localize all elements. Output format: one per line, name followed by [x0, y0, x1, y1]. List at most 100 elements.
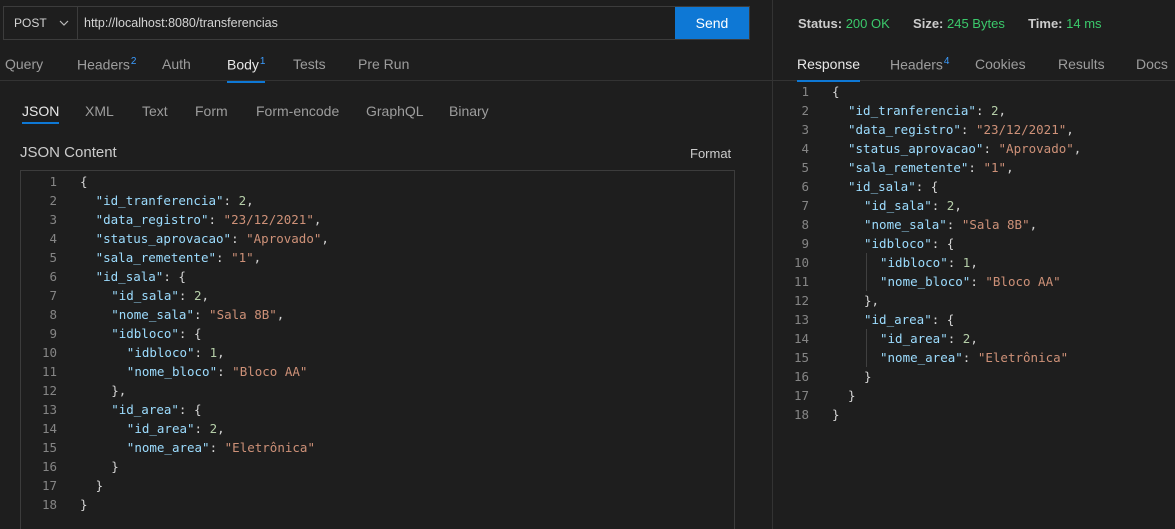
code-token: :: [947, 331, 963, 346]
code-token: "nome_sala": [864, 217, 947, 232]
code-token: :: [970, 274, 986, 289]
line-number: 9: [49, 326, 57, 341]
code-token: :: [983, 141, 999, 156]
code-text: }: [80, 495, 88, 514]
code-text: {: [832, 82, 840, 101]
code-token: :: [217, 364, 233, 379]
code-token: "Sala 8B": [209, 307, 277, 322]
code-token: "23/12/2021": [975, 122, 1067, 137]
code-token: ,: [954, 198, 962, 213]
send-button[interactable]: Send: [675, 7, 749, 39]
code-token: "id_area": [880, 331, 948, 346]
url-input[interactable]: [78, 7, 675, 39]
line-number: 9: [801, 236, 809, 251]
tab-body[interactable]: Body1: [227, 56, 266, 83]
tab-label: Response: [797, 56, 861, 72]
code-text: }: [848, 386, 856, 405]
indent-guide: [866, 253, 867, 291]
format-button[interactable]: Format: [690, 146, 731, 161]
code-token: : {: [931, 236, 955, 251]
code-token: "idbloco": [126, 345, 195, 360]
code-token: }: [832, 407, 840, 422]
tab-pre-run[interactable]: Pre Run: [358, 56, 409, 72]
code-token: "nome_area": [126, 440, 210, 455]
body-type-json[interactable]: JSON: [22, 103, 60, 124]
code-text: "id_area": 2,: [127, 419, 225, 438]
response-tab-results[interactable]: Results: [1058, 56, 1105, 72]
request-pane: POST Send Query Headers2 Auth Body1 Tests Pre…: [0, 0, 772, 529]
code-token: "idbloco": [880, 255, 948, 270]
line-number: 4: [801, 141, 809, 156]
body-type-graphql[interactable]: GraphQL: [366, 103, 424, 119]
url-bar: POST Send: [3, 6, 750, 40]
code-token: "id_sala": [111, 288, 179, 303]
body-type-text[interactable]: Text: [142, 103, 168, 119]
code-text: "id_sala": 2,: [111, 286, 209, 305]
body-type-xml[interactable]: XML: [85, 103, 114, 119]
code-token: "nome_bloco": [126, 364, 218, 379]
line-number: 13: [793, 312, 809, 327]
code-token: "id_tranferencia": [848, 103, 976, 118]
response-tab-headers[interactable]: Headers4: [890, 56, 949, 73]
code-token: ,: [970, 331, 978, 346]
tab-headers[interactable]: Headers2: [77, 56, 136, 73]
code-token: ,: [253, 250, 262, 265]
chevron-down-icon: [59, 20, 69, 26]
code-token: ,: [970, 255, 978, 270]
response-tab-response[interactable]: Response: [797, 56, 861, 82]
code-token: :: [223, 193, 239, 208]
code-token: "idbloco": [111, 326, 179, 341]
code-token: :: [178, 288, 194, 303]
method-select[interactable]: POST: [4, 7, 78, 39]
code-token: :: [216, 250, 232, 265]
code-token: "Aprovado": [246, 231, 322, 246]
code-token: : {: [915, 179, 939, 194]
code-token: "Sala 8B": [961, 217, 1030, 232]
body-type-binary[interactable]: Binary: [449, 103, 489, 119]
tab-auth[interactable]: Auth: [162, 56, 191, 72]
line-number: 10: [793, 255, 809, 270]
code-text: "status_aprovacao": "Aprovado",: [96, 229, 329, 248]
code-text: "idbloco": {: [864, 234, 954, 253]
line-number: 2: [801, 103, 809, 118]
response-tab-docs[interactable]: Docs: [1136, 56, 1168, 72]
code-token: },: [864, 293, 880, 308]
line-number: 16: [41, 459, 57, 474]
code-token: :: [231, 231, 247, 246]
line-number: 13: [41, 402, 57, 417]
code-token: :: [194, 345, 210, 360]
line-number: 17: [41, 478, 57, 493]
line-number: 12: [793, 293, 809, 308]
code-token: :: [209, 440, 225, 455]
code-token: :: [962, 350, 978, 365]
method-label: POST: [14, 16, 47, 30]
body-type-form-encode[interactable]: Form-encode: [256, 103, 339, 119]
code-token: :: [193, 307, 210, 322]
code-token: : {: [931, 312, 955, 327]
code-token: "id_area": [111, 402, 179, 417]
tab-tests[interactable]: Tests: [293, 56, 326, 72]
tab-label: Headers: [77, 56, 130, 73]
line-number: 17: [793, 388, 809, 403]
body-type-form[interactable]: Form: [195, 103, 228, 119]
code-token: ,: [1073, 141, 1082, 156]
code-token: "Eletrônica": [224, 440, 315, 455]
tab-label: Body: [227, 56, 259, 73]
json-editor[interactable]: 1{2 "id_tranferencia": 2, 3 "data_registro"…: [20, 170, 735, 529]
code-token: :: [194, 421, 210, 436]
response-tab-cookies[interactable]: Cookies: [975, 56, 1026, 72]
content-title: JSON Content: [20, 144, 117, 161]
code-token: "id_tranferencia": [95, 193, 224, 208]
line-number: 5: [801, 160, 809, 175]
code-token: "Bloco AA": [232, 364, 308, 379]
code-token: "idbloco": [864, 236, 932, 251]
tab-query[interactable]: Query: [5, 56, 43, 72]
line-number: 16: [793, 369, 809, 384]
code-text: "nome_bloco": "Bloco AA": [880, 272, 1061, 291]
code-text: "sala_remetente": "1",: [96, 248, 262, 267]
size-value: 245 Bytes: [947, 16, 1005, 31]
code-token: "data_registro": [848, 122, 961, 137]
code-token: :: [946, 217, 962, 232]
code-token: {: [832, 84, 840, 99]
code-token: "1": [231, 250, 254, 265]
